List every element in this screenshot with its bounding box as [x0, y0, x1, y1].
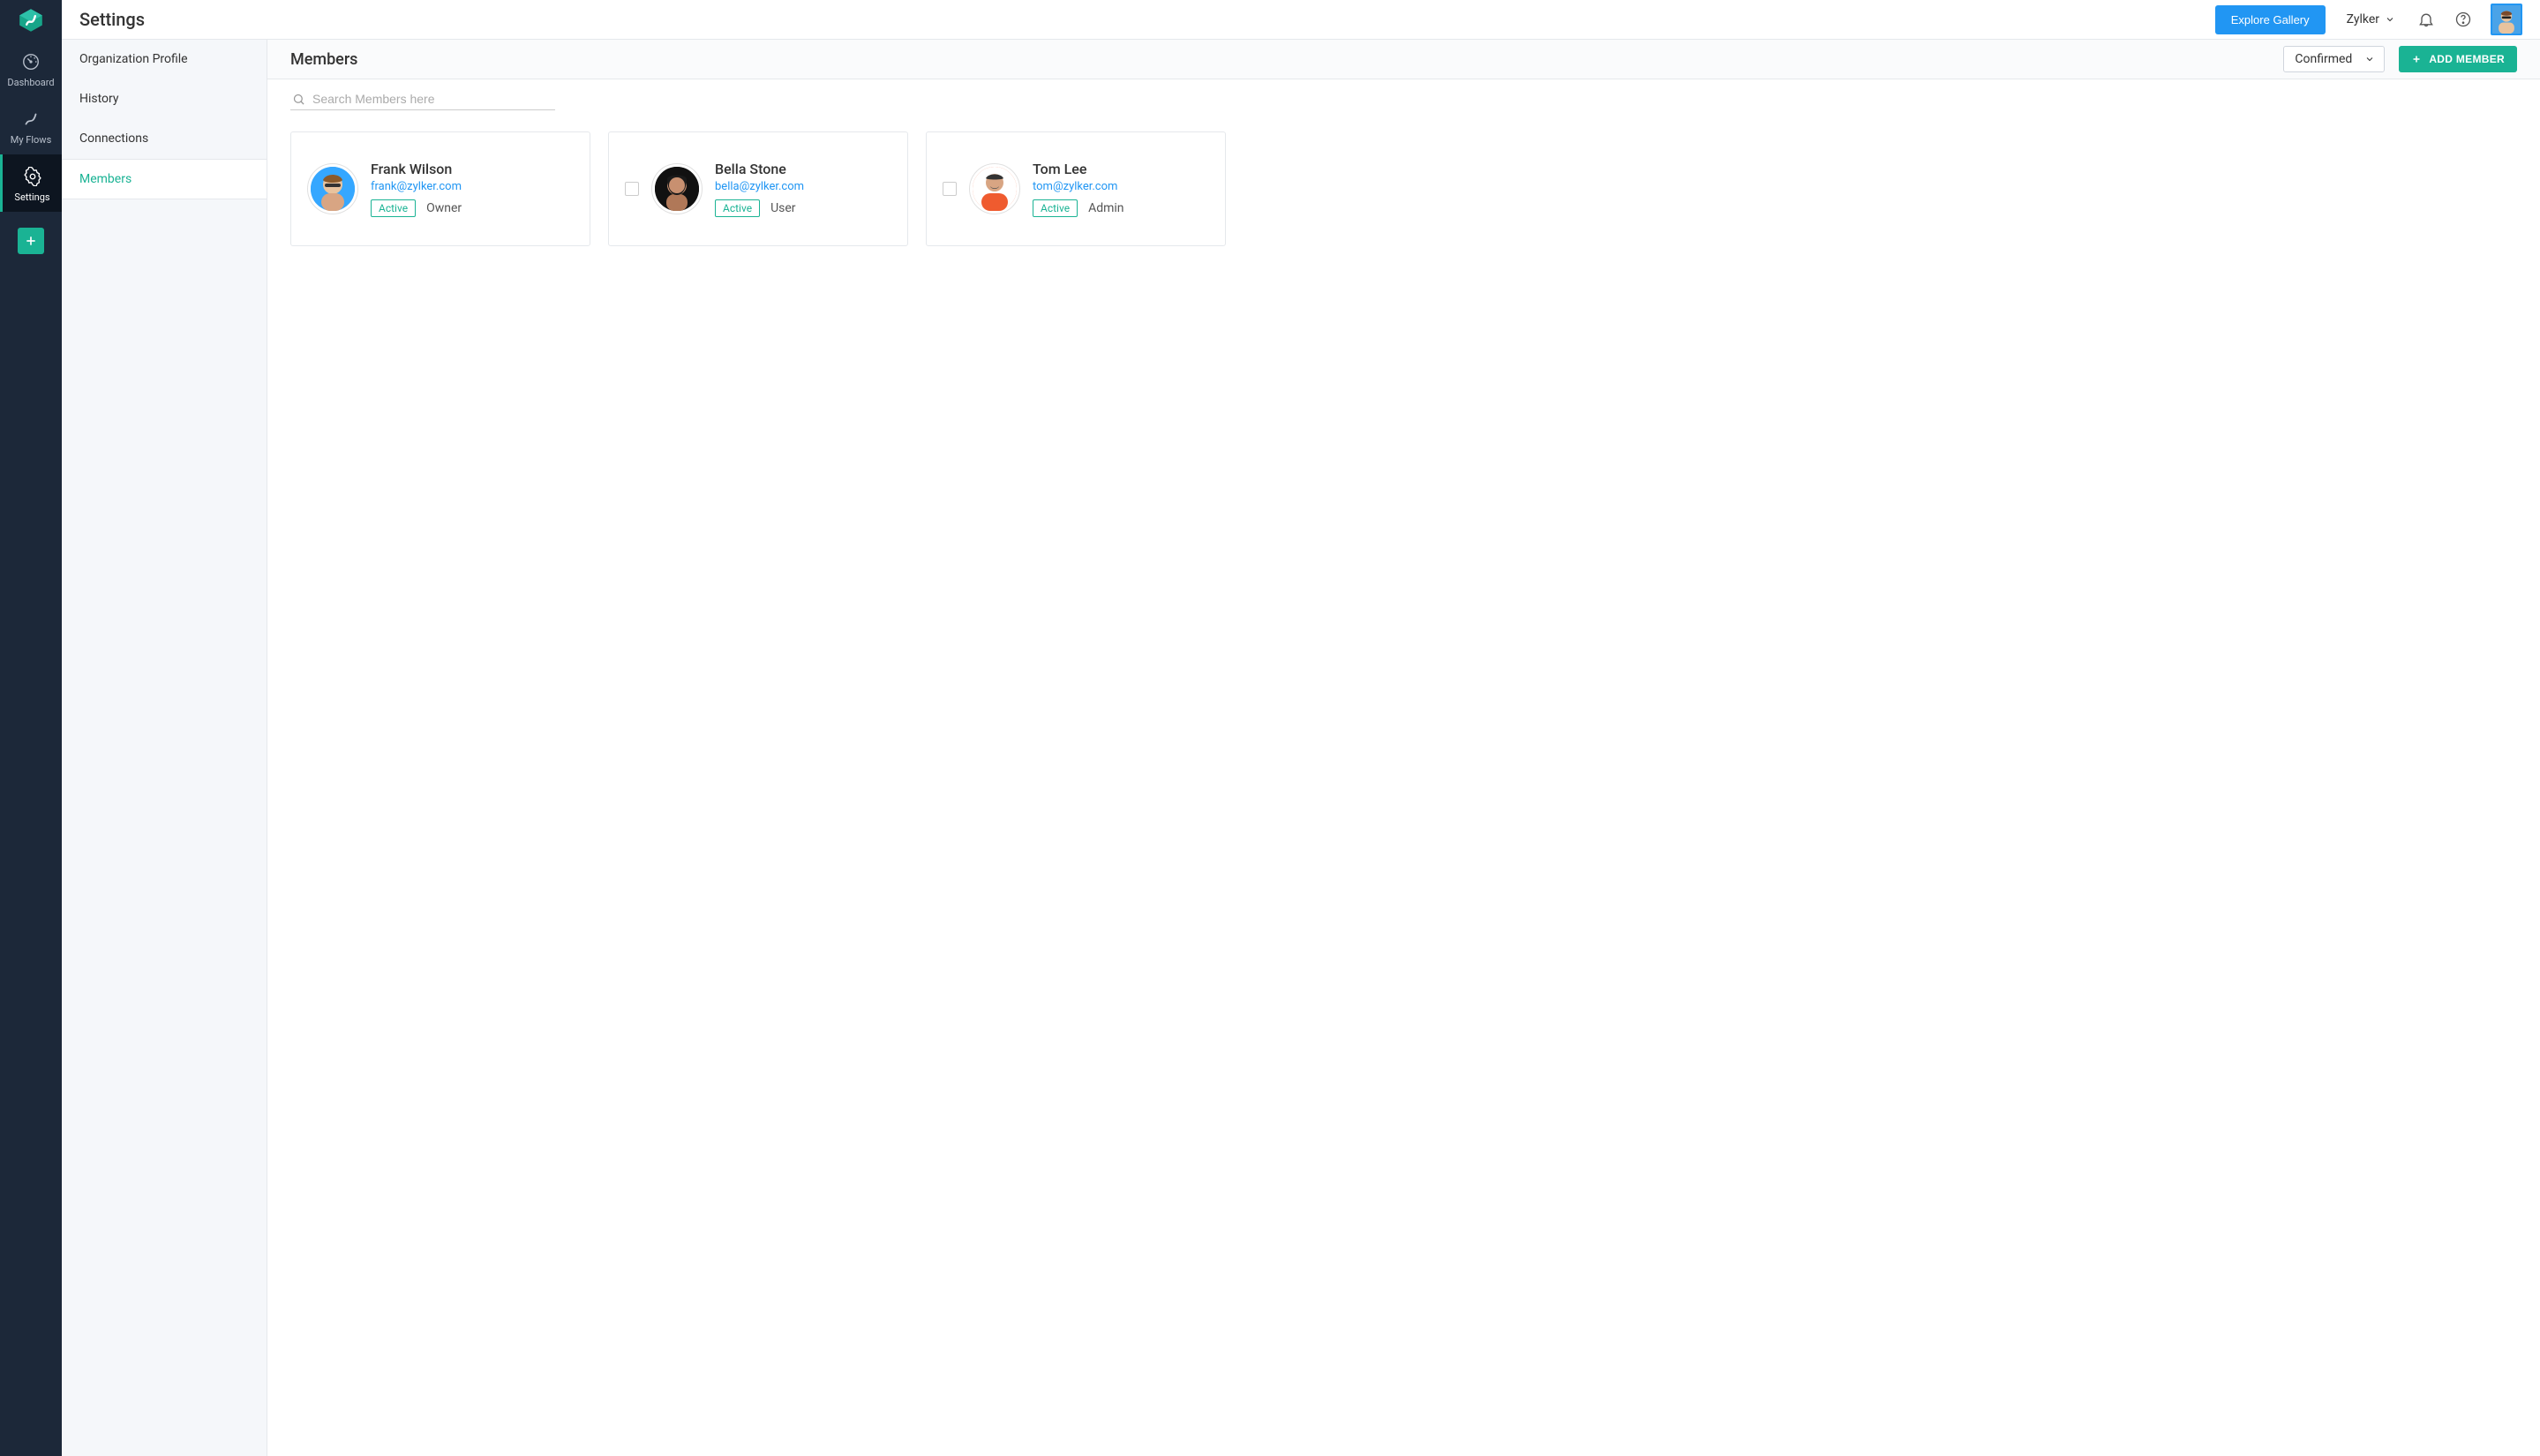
- nav-label-flows: My Flows: [11, 134, 52, 146]
- status-badge: Active: [371, 199, 416, 217]
- member-name: Bella Stone: [715, 161, 804, 177]
- nav-item-settings[interactable]: Settings: [0, 154, 62, 212]
- members-header: Members Confirmed ADD MEMBER: [267, 40, 2540, 79]
- help-icon[interactable]: [2454, 10, 2473, 29]
- org-switcher[interactable]: Zylker: [2347, 12, 2395, 26]
- add-member-label: ADD MEMBER: [2429, 53, 2505, 65]
- member-checkbox[interactable]: [625, 182, 639, 196]
- member-avatar: [651, 163, 703, 214]
- nav-item-dashboard[interactable]: Dashboard: [0, 40, 62, 97]
- status-filter-select[interactable]: Confirmed: [2283, 46, 2385, 72]
- member-role: User: [770, 201, 795, 215]
- status-filter-value: Confirmed: [2295, 52, 2352, 66]
- plus-icon: [2411, 54, 2422, 64]
- sidebar-item-org-profile[interactable]: Organization Profile: [62, 40, 267, 79]
- member-card: Frank Wilson frank@zylker.com Active Own…: [290, 131, 590, 246]
- chevron-down-icon: [2385, 14, 2395, 25]
- main-content: Members Confirmed ADD MEMBER: [267, 40, 2540, 1456]
- member-card: Tom Lee tom@zylker.com Active Admin: [926, 131, 1226, 246]
- member-email[interactable]: frank@zylker.com: [371, 180, 462, 193]
- nav-rail: Dashboard My Flows Settings: [0, 0, 62, 1456]
- member-name: Tom Lee: [1033, 161, 1124, 177]
- explore-gallery-button[interactable]: Explore Gallery: [2215, 5, 2326, 34]
- member-email[interactable]: bella@zylker.com: [715, 180, 804, 193]
- member-avatar: [307, 163, 358, 214]
- search-input[interactable]: [312, 92, 553, 106]
- nav-label-settings: Settings: [14, 191, 49, 203]
- members-grid: Frank Wilson frank@zylker.com Active Own…: [267, 110, 2540, 267]
- add-member-button[interactable]: ADD MEMBER: [2399, 46, 2517, 72]
- org-name: Zylker: [2347, 12, 2379, 26]
- user-avatar[interactable]: [2491, 4, 2522, 35]
- member-checkbox[interactable]: [943, 182, 957, 196]
- chevron-down-icon: [2364, 54, 2375, 64]
- member-avatar: [969, 163, 1020, 214]
- notifications-icon[interactable]: [2416, 10, 2436, 29]
- sidebar-item-history[interactable]: History: [62, 79, 267, 119]
- member-email[interactable]: tom@zylker.com: [1033, 180, 1124, 193]
- nav-label-dashboard: Dashboard: [7, 77, 54, 88]
- settings-sidebar: Organization Profile History Connections…: [62, 40, 267, 1456]
- sidebar-item-members[interactable]: Members: [62, 159, 267, 199]
- status-badge: Active: [1033, 199, 1078, 217]
- member-role: Admin: [1088, 201, 1123, 215]
- member-name: Frank Wilson: [371, 161, 462, 177]
- add-flow-button[interactable]: [18, 228, 44, 254]
- search-icon: [292, 93, 305, 106]
- nav-item-flows[interactable]: My Flows: [0, 97, 62, 154]
- sidebar-item-connections[interactable]: Connections: [62, 119, 267, 159]
- search-box: [290, 88, 555, 110]
- page-title: Settings: [62, 9, 267, 30]
- topbar: Settings Explore Gallery Zylker: [62, 0, 2540, 40]
- status-badge: Active: [715, 199, 760, 217]
- app-logo: [0, 0, 62, 40]
- member-card: Bella Stone bella@zylker.com Active User: [608, 131, 908, 246]
- members-title: Members: [290, 50, 357, 69]
- member-role: Owner: [426, 201, 462, 215]
